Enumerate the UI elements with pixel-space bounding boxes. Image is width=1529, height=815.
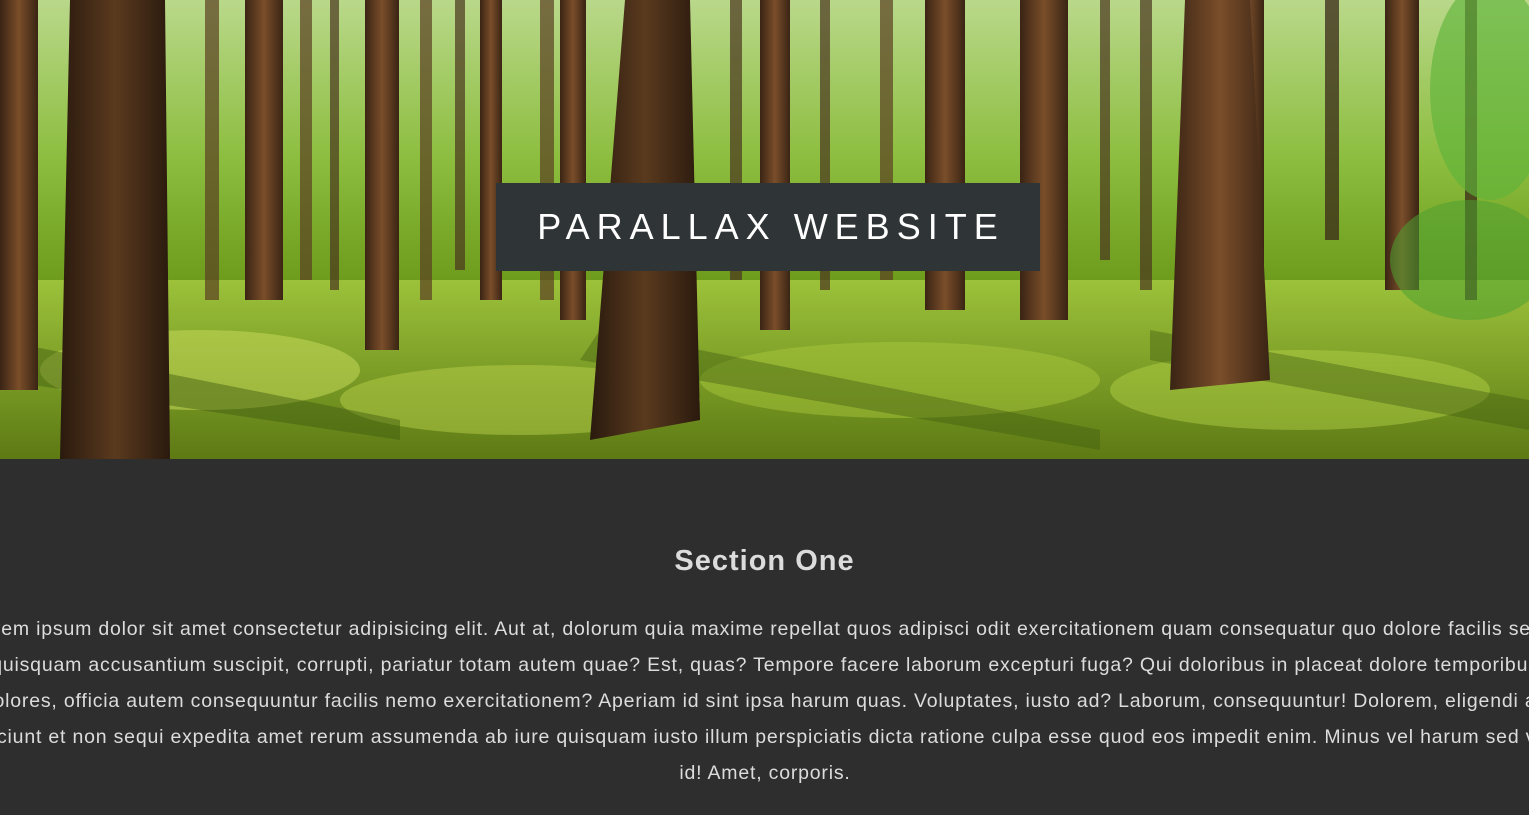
section-one-body: Lorem ipsum dolor sit amet consectetur a…	[0, 618, 1529, 784]
hero-banner: PARALLAX WEBSITE	[0, 0, 1529, 459]
section-one-text-wrap: Lorem ipsum dolor sit amet consectetur a…	[0, 611, 1529, 791]
hero-title: PARALLAX WEBSITE	[537, 206, 1005, 247]
section-one: Section One Lorem ipsum dolor sit amet c…	[0, 459, 1529, 815]
hero-title-box: PARALLAX WEBSITE	[496, 183, 1040, 271]
section-one-title: Section One	[674, 545, 855, 577]
